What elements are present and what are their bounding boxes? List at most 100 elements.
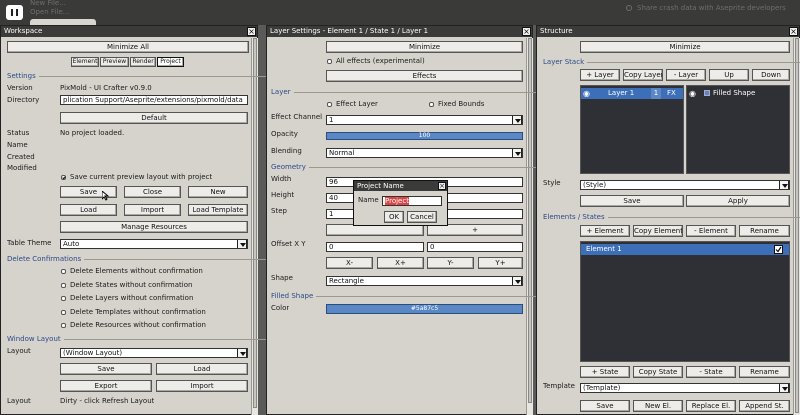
load-button[interactable]: Load [60,204,117,216]
chevron-down-icon[interactable] [237,240,247,248]
element-row-checkbox[interactable] [774,245,783,254]
default-button[interactable]: Default [60,112,248,124]
delete-states-checkbox[interactable] [61,283,66,288]
effect-channel-select[interactable]: 1 [326,115,523,125]
element-row[interactable]: Element 1 [581,244,789,255]
layer-row[interactable]: ◉ Layer 1 1 FX [581,88,683,99]
share-crash-checkbox[interactable] [626,5,632,11]
delete-layers-checkbox[interactable] [61,296,66,301]
close-icon[interactable]: × [247,27,256,36]
remove-state-button[interactable]: - State [686,366,736,378]
chevron-down-icon[interactable] [512,277,522,285]
layer-section: Layer [271,88,586,96]
offset-y-field[interactable]: 0 [427,242,523,252]
delete-elements-checkbox[interactable] [61,269,66,274]
add-layer-button[interactable]: + Layer [580,69,620,81]
element-list[interactable]: Element 1 [580,241,790,362]
move-down-button[interactable]: Down [752,69,790,81]
offset-x-field[interactable]: 0 [326,242,424,252]
color-label: Color [271,304,290,312]
structure-scrollbar[interactable] [793,38,800,415]
fixed-bounds-checkbox[interactable] [429,102,434,107]
eye-icon[interactable]: ◉ [583,88,590,99]
style-apply-button[interactable]: Apply [686,195,790,207]
load-template-button[interactable]: Load Template [188,204,248,216]
chevron-down-icon[interactable] [512,149,522,157]
append-state-button[interactable]: Append St. [739,400,790,412]
layer-component-list[interactable]: ◉ Filled Shape [686,85,790,174]
blending-select[interactable]: Normal [326,148,523,158]
tab-project[interactable]: Project [157,57,184,67]
opacity-slider[interactable]: 100 [326,132,523,140]
color-swatch[interactable]: #5a87c5 [326,304,523,314]
created-label: Created [7,153,35,161]
minimize-button[interactable]: Minimize [326,41,523,53]
all-effects-checkbox[interactable] [327,59,332,64]
minimize-button[interactable]: Minimize [580,41,790,53]
copy-layer-button[interactable]: Copy Layer [623,69,663,81]
x-minus-button[interactable]: X- [326,257,373,269]
filled-shape-row[interactable]: ◉ Filled Shape [687,88,789,99]
rename-state-button[interactable]: Rename [739,366,790,378]
y-plus-button[interactable]: Y+ [478,257,523,269]
close-icon[interactable]: × [522,27,531,36]
directory-field[interactable]: plication Support/Aseprite/extensions/pi… [60,95,248,105]
layer-row-fx[interactable]: FX [667,88,676,99]
import-button[interactable]: Import [124,204,181,216]
layer-list[interactable]: ◉ Layer 1 1 FX [580,85,684,174]
add-state-button[interactable]: + State [580,366,630,378]
template-select[interactable]: (Template) [580,383,790,393]
table-theme-select[interactable]: Auto [60,239,248,249]
ok-button[interactable]: OK [384,211,404,223]
new-element-button[interactable]: New El. [633,400,683,412]
layout-status-label: Layout [7,397,31,405]
close-icon[interactable]: × [438,182,446,190]
layout-load-button[interactable]: Load [156,363,248,375]
remove-layer-button[interactable]: - Layer [666,69,706,81]
new-button[interactable]: New [188,186,248,198]
workspace-scrollbar[interactable] [251,38,258,415]
close-button[interactable]: Close [124,186,181,198]
replace-element-button[interactable]: Replace El. [686,400,736,412]
move-up-button[interactable]: Up [709,69,749,81]
cancel-button[interactable]: Cancel [407,211,437,223]
template-save-button[interactable]: Save [580,400,630,412]
chevron-down-icon[interactable] [779,181,789,189]
minimize-all-button[interactable]: Minimize All [7,41,249,53]
scroll-thumb[interactable] [253,38,257,408]
layout-export-button[interactable]: Export [60,380,152,392]
copy-element-button[interactable]: Copy Element [633,225,683,237]
layout-save-button[interactable]: Save [60,363,152,375]
chevron-down-icon[interactable] [779,384,789,392]
tab-preview[interactable]: Preview [100,57,129,67]
manage-resources-button[interactable]: Manage Resources [60,221,248,233]
delete-templates-checkbox[interactable] [61,310,66,315]
copy-state-button[interactable]: Copy State [633,366,683,378]
add-element-button[interactable]: + Element [580,225,630,237]
app-logo-icon[interactable] [6,5,23,20]
rename-element-button[interactable]: Rename [739,225,790,237]
style-save-button[interactable]: Save [580,195,684,207]
remove-element-button[interactable]: - Element [686,225,736,237]
eye-icon[interactable]: ◉ [689,88,696,99]
style-select[interactable]: (Style) [580,180,790,190]
effect-layer-checkbox[interactable] [327,102,332,107]
x-plus-button[interactable]: X+ [377,257,424,269]
delete-resources-checkbox[interactable] [61,323,66,328]
layout-select[interactable]: (Window Layout) [60,348,248,358]
effects-button[interactable]: Effects [326,70,523,82]
menu-open-file[interactable]: Open File... [30,7,69,17]
layout-import-button[interactable]: Import [156,380,248,392]
layer-settings-scrollbar[interactable] [526,38,533,415]
y-minus-button[interactable]: Y- [427,257,474,269]
scroll-thumb[interactable] [795,38,799,413]
dialog-name-field[interactable]: Project [382,196,442,206]
mouse-cursor-icon [101,189,111,201]
tab-element[interactable]: Element [71,57,99,67]
tab-render[interactable]: Render [130,57,156,67]
chevron-down-icon[interactable] [512,116,522,124]
chevron-down-icon[interactable] [237,349,247,357]
close-icon[interactable]: × [789,27,798,36]
shape-select[interactable]: Rectangle [326,276,523,286]
save-preview-checkbox[interactable] [61,175,66,180]
